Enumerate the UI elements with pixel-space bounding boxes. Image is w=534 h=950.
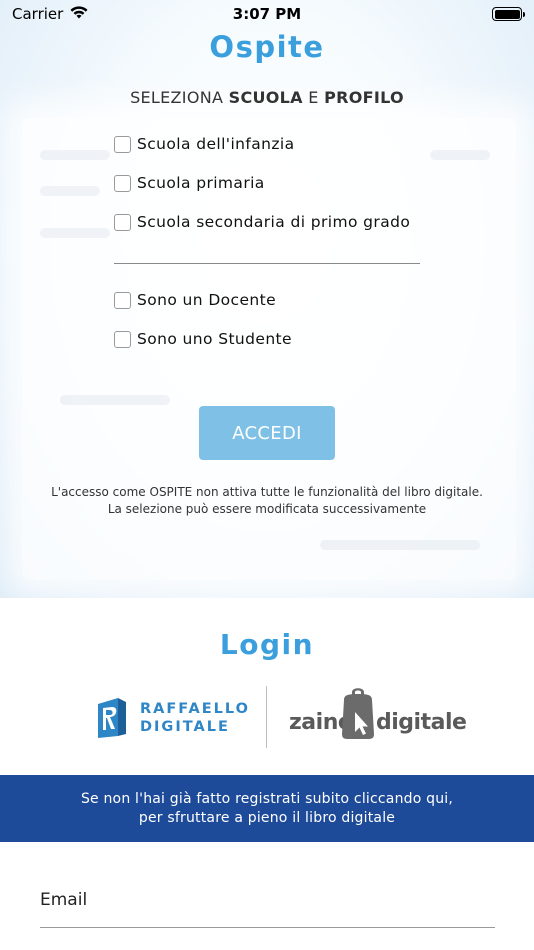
accedi-button[interactable]: ACCEDI bbox=[199, 406, 335, 460]
blur-decoration bbox=[40, 228, 110, 238]
login-title: Login bbox=[219, 628, 315, 661]
checkbox-row-secondaria[interactable]: Scuola secondaria di primo grado bbox=[114, 213, 410, 231]
blur-decoration bbox=[430, 150, 490, 160]
subtitle-connector: E bbox=[302, 88, 325, 107]
checkbox-row-infanzia[interactable]: Scuola dell'infanzia bbox=[114, 135, 295, 153]
checkbox-studente[interactable] bbox=[114, 330, 131, 348]
subtitle-school: SCUOLA bbox=[228, 88, 303, 107]
blur-decoration bbox=[40, 150, 110, 160]
wifi-icon bbox=[69, 5, 89, 24]
logos-row: RAFFAELLO DIGITALE zaino digitale bbox=[0, 684, 534, 750]
checkbox-label: Sono un Docente bbox=[137, 291, 277, 309]
checkbox-label: Scuola secondaria di primo grado bbox=[137, 213, 411, 231]
raffaello-logo-icon[interactable] bbox=[96, 696, 128, 740]
raffaello-text-line1: RAFFAELLO bbox=[140, 701, 250, 717]
blur-decoration bbox=[40, 186, 100, 196]
logo-separator bbox=[266, 686, 267, 748]
backpack-icon[interactable] bbox=[338, 686, 378, 740]
register-banner[interactable]: Se non l'hai già fatto registrati subito… bbox=[0, 775, 534, 842]
guest-subtitle: SELEZIONA SCUOLA E PROFILO bbox=[0, 88, 534, 107]
subtitle-prefix: SELEZIONA bbox=[130, 88, 229, 107]
blur-decoration bbox=[60, 395, 170, 405]
checkbox-row-docente[interactable]: Sono un Docente bbox=[114, 291, 276, 309]
checkbox-secondaria[interactable] bbox=[114, 213, 131, 231]
register-line1: Se non l'hai già fatto registrati subito… bbox=[80, 791, 454, 807]
guest-note-line2: La selezione può essere modificata succe… bbox=[107, 502, 427, 516]
checkbox-infanzia[interactable] bbox=[114, 135, 131, 153]
battery-icon bbox=[492, 7, 525, 21]
raffaello-text-line2: DIGITALE bbox=[140, 719, 230, 735]
checkbox-label: Sono uno Studente bbox=[137, 330, 292, 348]
checkbox-row-primaria[interactable]: Scuola primaria bbox=[114, 174, 265, 192]
carrier-label: Carrier bbox=[12, 5, 64, 23]
email-field[interactable] bbox=[40, 918, 495, 928]
status-bar: Carrier 3:07 PM bbox=[0, 0, 534, 28]
guest-title: Ospite bbox=[209, 30, 325, 64]
checkbox-label: Scuola primaria bbox=[137, 174, 265, 192]
status-left: Carrier bbox=[12, 5, 89, 24]
raffaello-logo-text[interactable]: RAFFAELLO DIGITALE bbox=[140, 700, 250, 736]
divider bbox=[114, 263, 420, 264]
zaino-logo-word2[interactable]: digitale bbox=[376, 710, 467, 735]
email-label: Email bbox=[40, 890, 88, 910]
register-line2: per sfruttare a pieno il libro digitale bbox=[138, 810, 396, 826]
checkbox-label: Scuola dell'infanzia bbox=[137, 135, 295, 153]
blur-decoration bbox=[320, 540, 480, 550]
guest-note-line1: L'accesso come OSPITE non attiva tutte l… bbox=[51, 485, 483, 499]
checkbox-docente[interactable] bbox=[114, 291, 131, 309]
battery-fill bbox=[494, 9, 520, 19]
guest-note: L'accesso come OSPITE non attiva tutte l… bbox=[0, 484, 534, 518]
checkbox-primaria[interactable] bbox=[114, 174, 131, 192]
subtitle-profile: PROFILO bbox=[324, 88, 404, 107]
checkbox-row-studente[interactable]: Sono uno Studente bbox=[114, 330, 292, 348]
